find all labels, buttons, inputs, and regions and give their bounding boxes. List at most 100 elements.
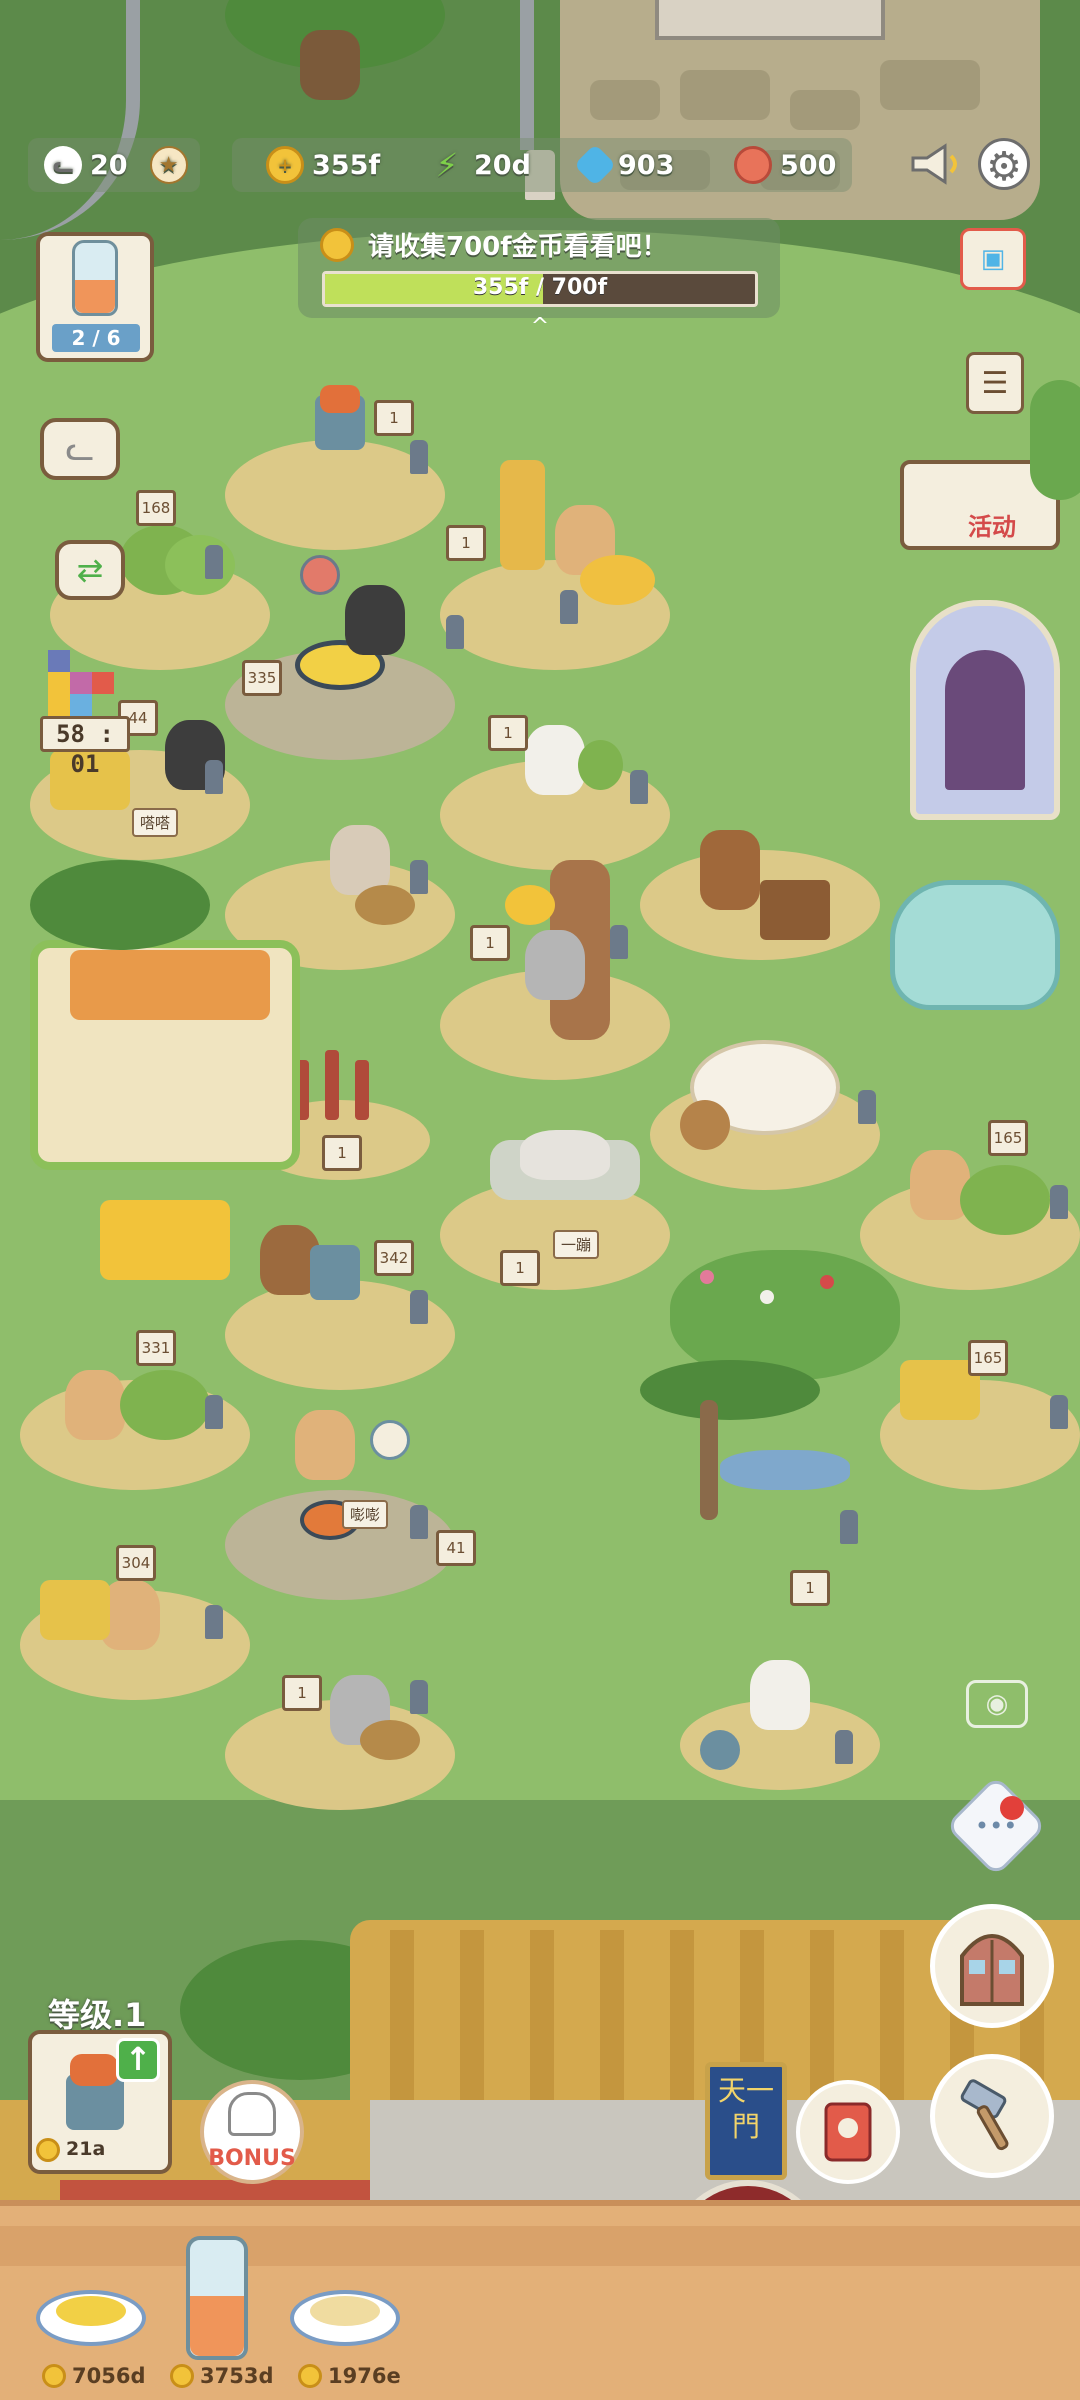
station-sign: 1 <box>322 1135 362 1171</box>
megaphone-icon <box>911 143 957 185</box>
stone-gate <box>655 0 885 40</box>
station-sign: 342 <box>374 1240 414 1276</box>
quest-text: 请收集700f金币看看吧！ <box>368 232 668 262</box>
station-sign: 165 <box>968 1340 1008 1376</box>
black-cat[interactable] <box>345 585 405 655</box>
build-hammer-button[interactable] <box>930 2054 1054 2178</box>
nuts-value: 1976e <box>298 2364 401 2388</box>
cat-count[interactable]: ᓚ 20 ★ <box>44 140 188 190</box>
double-door-icon <box>960 1934 1024 2006</box>
sleeping-cat[interactable] <box>520 1130 610 1180</box>
station-sign: 1 <box>488 715 528 751</box>
tree-trunk <box>300 30 360 100</box>
flower <box>820 1275 834 1289</box>
fish-tank[interactable] <box>890 880 1060 1010</box>
carrot-pile <box>320 385 360 413</box>
exchange-button[interactable]: ⇄ <box>55 540 125 600</box>
scale-gauge <box>370 1420 410 1460</box>
fish-counter[interactable]: 500 <box>734 140 836 190</box>
coin-icon <box>42 2364 66 2388</box>
flower <box>760 1290 774 1304</box>
gate-plaque: 天一門 <box>705 2062 787 2180</box>
small-bird <box>700 1730 740 1770</box>
quest-list-button[interactable]: ☰ <box>966 352 1024 414</box>
cat-speech-tag: 一蹦 <box>553 1230 600 1259</box>
lantern-post <box>1050 1185 1068 1219</box>
coin-icon <box>320 228 354 262</box>
white-cat[interactable] <box>750 1660 810 1730</box>
sausage-skewer <box>325 1050 339 1120</box>
coin-counter[interactable]: + 355f <box>266 140 380 190</box>
station-sign: 1 <box>470 925 510 961</box>
energy-counter[interactable]: ⚡ 20d <box>428 140 531 190</box>
lantern-post <box>858 1090 876 1124</box>
event-timer: 58 : 01 <box>40 716 130 778</box>
lantern-post <box>410 1290 428 1324</box>
station-sign: 1 <box>374 400 414 436</box>
door-panel <box>945 650 1025 790</box>
scale-gauge <box>300 555 340 595</box>
station-sign: 41 <box>436 1530 476 1566</box>
cabbage <box>120 1370 210 1440</box>
cabbage <box>960 1165 1050 1235</box>
palm-leaves <box>30 860 210 950</box>
gem-icon <box>573 143 617 187</box>
lantern-post <box>610 925 628 959</box>
puzzle-blocks-icon[interactable] <box>48 650 124 716</box>
juice-liquid <box>190 2296 244 2356</box>
orange-cat[interactable] <box>65 1370 125 1440</box>
settings-gear-icon[interactable]: ⚙ <box>978 138 1030 190</box>
lantern-post <box>205 545 223 579</box>
lantern-post <box>205 760 223 794</box>
barrel <box>700 830 760 910</box>
door-button[interactable] <box>930 1904 1054 2028</box>
lantern-post <box>630 770 648 804</box>
lightning-icon: ⚡ <box>435 146 459 184</box>
station-sign: 331 <box>136 1330 176 1366</box>
station-sign: 1 <box>790 1570 830 1606</box>
chest-button[interactable]: ▣ <box>960 228 1026 290</box>
lantern-post <box>840 1510 858 1544</box>
lantern-post <box>410 440 428 474</box>
station-sign: 1 <box>446 525 486 561</box>
gem-counter[interactable]: 903 <box>573 140 674 190</box>
recipe-book-icon <box>824 2102 872 2162</box>
treasure-chest-icon: ▣ <box>980 244 1006 274</box>
upgrade-arrow-icon[interactable]: ↑ <box>116 2038 160 2082</box>
activity-label[interactable]: 活动 <box>962 505 1022 544</box>
quest-progress-text: 355f / 700f <box>472 275 608 300</box>
collapse-caret-icon[interactable]: ^ <box>527 316 553 338</box>
corn-soup-value: 7056d <box>42 2364 145 2388</box>
camera-button[interactable]: ◉ <box>966 1680 1028 1728</box>
bottle-count: 2 / 6 <box>52 324 140 352</box>
coin-icon <box>36 2138 60 2162</box>
exchange-arrows-icon: ⇄ <box>76 551 104 589</box>
notification-dot <box>1000 1796 1024 1820</box>
hammock <box>720 1450 850 1490</box>
nuts-food <box>310 2296 380 2326</box>
corn-soup-food <box>56 2296 126 2326</box>
palm-tree <box>640 1360 820 1420</box>
lawn-edge <box>0 1800 1080 1920</box>
leaf-plant <box>578 740 623 790</box>
grey-cat[interactable] <box>525 930 585 1000</box>
cat-chat-button[interactable]: ᓚ <box>40 418 120 480</box>
palm-trunk <box>700 1400 718 1520</box>
lantern-post <box>205 1605 223 1639</box>
lantern-post <box>205 1395 223 1429</box>
counter-shade <box>0 2226 1080 2266</box>
lantern-post <box>410 860 428 894</box>
lantern-basket <box>100 1200 230 1280</box>
announcement-button[interactable] <box>905 140 965 188</box>
beehive <box>505 885 555 925</box>
white-cat[interactable] <box>525 725 585 795</box>
recipe-book-button[interactable] <box>796 2080 900 2184</box>
star-icon[interactable]: ★ <box>149 146 188 184</box>
lantern-post <box>1050 1395 1068 1429</box>
fish-can-icon <box>734 146 772 184</box>
chef-hat-icon <box>228 2092 276 2136</box>
bottle-liquid <box>75 280 115 313</box>
lantern-post <box>835 1730 853 1764</box>
orange-cat[interactable] <box>295 1410 355 1480</box>
hammer-icon <box>960 2079 1009 2151</box>
